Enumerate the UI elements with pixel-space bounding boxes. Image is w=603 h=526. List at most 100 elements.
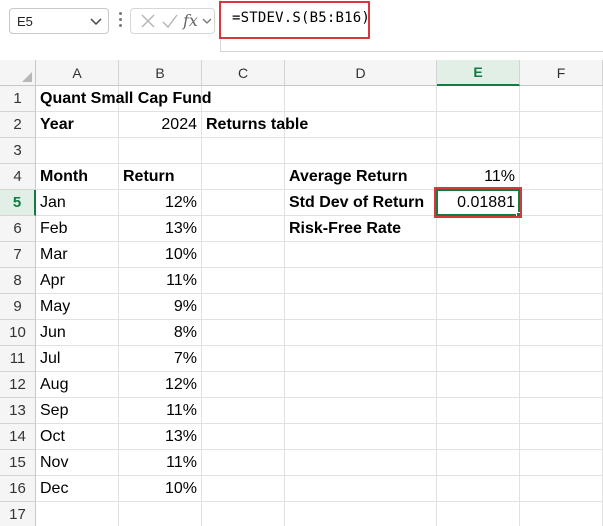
row-header-15[interactable]: 15 — [0, 450, 36, 476]
cell-a12[interactable]: Aug — [36, 372, 119, 398]
more-options-icon[interactable] — [117, 10, 123, 32]
row-header-2[interactable]: 2 — [0, 112, 36, 138]
cell-f9[interactable] — [520, 294, 603, 320]
cell-a10[interactable]: Jun — [36, 320, 119, 346]
row-header-13[interactable]: 13 — [0, 398, 36, 424]
cell-c12[interactable] — [202, 372, 285, 398]
cell-d16[interactable] — [285, 476, 437, 502]
row-header-16[interactable]: 16 — [0, 476, 36, 502]
row-header-11[interactable]: 11 — [0, 346, 36, 372]
cell-b6[interactable]: 13% — [119, 216, 202, 242]
cell-b9[interactable]: 9% — [119, 294, 202, 320]
cell-c10[interactable] — [202, 320, 285, 346]
cell-a1[interactable]: Quant Small Cap Fund — [36, 86, 212, 112]
cell-a8[interactable]: Apr — [36, 268, 119, 294]
column-header-a[interactable]: A — [36, 60, 119, 86]
cell-e9[interactable] — [437, 294, 520, 320]
cell-b3[interactable] — [119, 138, 202, 164]
row-header-6[interactable]: 6 — [0, 216, 36, 242]
cell-c13[interactable] — [202, 398, 285, 424]
cell-b12[interactable]: 12% — [119, 372, 202, 398]
cell-e15[interactable] — [437, 450, 520, 476]
cell-a16[interactable]: Dec — [36, 476, 119, 502]
row-header-3[interactable]: 3 — [0, 138, 36, 164]
cell-c9[interactable] — [202, 294, 285, 320]
cell-c5[interactable] — [202, 190, 285, 216]
cell-c3[interactable] — [202, 138, 285, 164]
cell-e2[interactable] — [437, 112, 520, 138]
cell-b1[interactable] — [119, 86, 202, 112]
cell-b5[interactable]: 12% — [119, 190, 202, 216]
cell-c15[interactable] — [202, 450, 285, 476]
row-header-7[interactable]: 7 — [0, 242, 36, 268]
cell-d4[interactable]: Average Return — [285, 164, 437, 190]
cell-a9[interactable]: May — [36, 294, 119, 320]
cell-e6[interactable] — [437, 216, 520, 242]
chevron-down-icon[interactable] — [88, 12, 104, 35]
column-header-f[interactable]: F — [520, 60, 603, 86]
cell-d9[interactable] — [285, 294, 437, 320]
cell-e3[interactable] — [437, 138, 520, 164]
cell-b15[interactable]: 11% — [119, 450, 202, 476]
cell-f11[interactable] — [520, 346, 603, 372]
cell-d6[interactable]: Risk-Free Rate — [285, 216, 437, 242]
cell-b11[interactable]: 7% — [119, 346, 202, 372]
cell-b7[interactable]: 10% — [119, 242, 202, 268]
cell-d15[interactable] — [285, 450, 437, 476]
cell-a11[interactable]: Jul — [36, 346, 119, 372]
column-header-e[interactable]: E — [437, 60, 520, 86]
row-header-12[interactable]: 12 — [0, 372, 36, 398]
cell-f17[interactable] — [520, 502, 603, 526]
cell-d11[interactable] — [285, 346, 437, 372]
cell-a5[interactable]: Jan — [36, 190, 119, 216]
insert-function-icon[interactable]: fx — [183, 11, 198, 30]
row-header-5[interactable]: 5 — [0, 190, 36, 216]
cell-e7[interactable] — [437, 242, 520, 268]
cell-c17[interactable] — [202, 502, 285, 526]
cell-d3[interactable] — [285, 138, 437, 164]
column-header-d[interactable]: D — [285, 60, 437, 86]
row-header-8[interactable]: 8 — [0, 268, 36, 294]
cell-f15[interactable] — [520, 450, 603, 476]
row-header-10[interactable]: 10 — [0, 320, 36, 346]
cell-a6[interactable]: Feb — [36, 216, 119, 242]
cell-c4[interactable] — [202, 164, 285, 190]
cell-f1[interactable] — [520, 86, 603, 112]
select-all-corner[interactable] — [0, 60, 36, 86]
cell-e16[interactable] — [437, 476, 520, 502]
cell-e13[interactable] — [437, 398, 520, 424]
cell-c1[interactable] — [202, 86, 285, 112]
cell-f6[interactable] — [520, 216, 603, 242]
cell-d12[interactable] — [285, 372, 437, 398]
cell-f13[interactable] — [520, 398, 603, 424]
cell-c14[interactable] — [202, 424, 285, 450]
cell-e8[interactable] — [437, 268, 520, 294]
cell-e11[interactable] — [437, 346, 520, 372]
row-header-17[interactable]: 17 — [0, 502, 36, 526]
cell-d10[interactable] — [285, 320, 437, 346]
cell-f4[interactable] — [520, 164, 603, 190]
name-box[interactable]: E5 — [9, 8, 109, 34]
row-header-4[interactable]: 4 — [0, 164, 36, 190]
cell-c11[interactable] — [202, 346, 285, 372]
cell-f14[interactable] — [520, 424, 603, 450]
cell-f16[interactable] — [520, 476, 603, 502]
cell-a3[interactable] — [36, 138, 119, 164]
cell-a7[interactable]: Mar — [36, 242, 119, 268]
row-header-1[interactable]: 1 — [0, 86, 36, 112]
cell-f8[interactable] — [520, 268, 603, 294]
enter-check-icon[interactable] — [161, 12, 179, 35]
cell-b2[interactable]: 2024 — [119, 112, 202, 138]
cell-e12[interactable] — [437, 372, 520, 398]
cell-b8[interactable]: 11% — [119, 268, 202, 294]
cell-e17[interactable] — [437, 502, 520, 526]
cell-a14[interactable]: Oct — [36, 424, 119, 450]
cell-a15[interactable]: Nov — [36, 450, 119, 476]
cell-b17[interactable] — [119, 502, 202, 526]
cell-f5[interactable] — [520, 190, 603, 216]
cell-b4[interactable]: Return — [119, 164, 202, 190]
column-header-b[interactable]: B — [119, 60, 202, 86]
cell-b10[interactable]: 8% — [119, 320, 202, 346]
row-header-9[interactable]: 9 — [0, 294, 36, 320]
row-header-14[interactable]: 14 — [0, 424, 36, 450]
